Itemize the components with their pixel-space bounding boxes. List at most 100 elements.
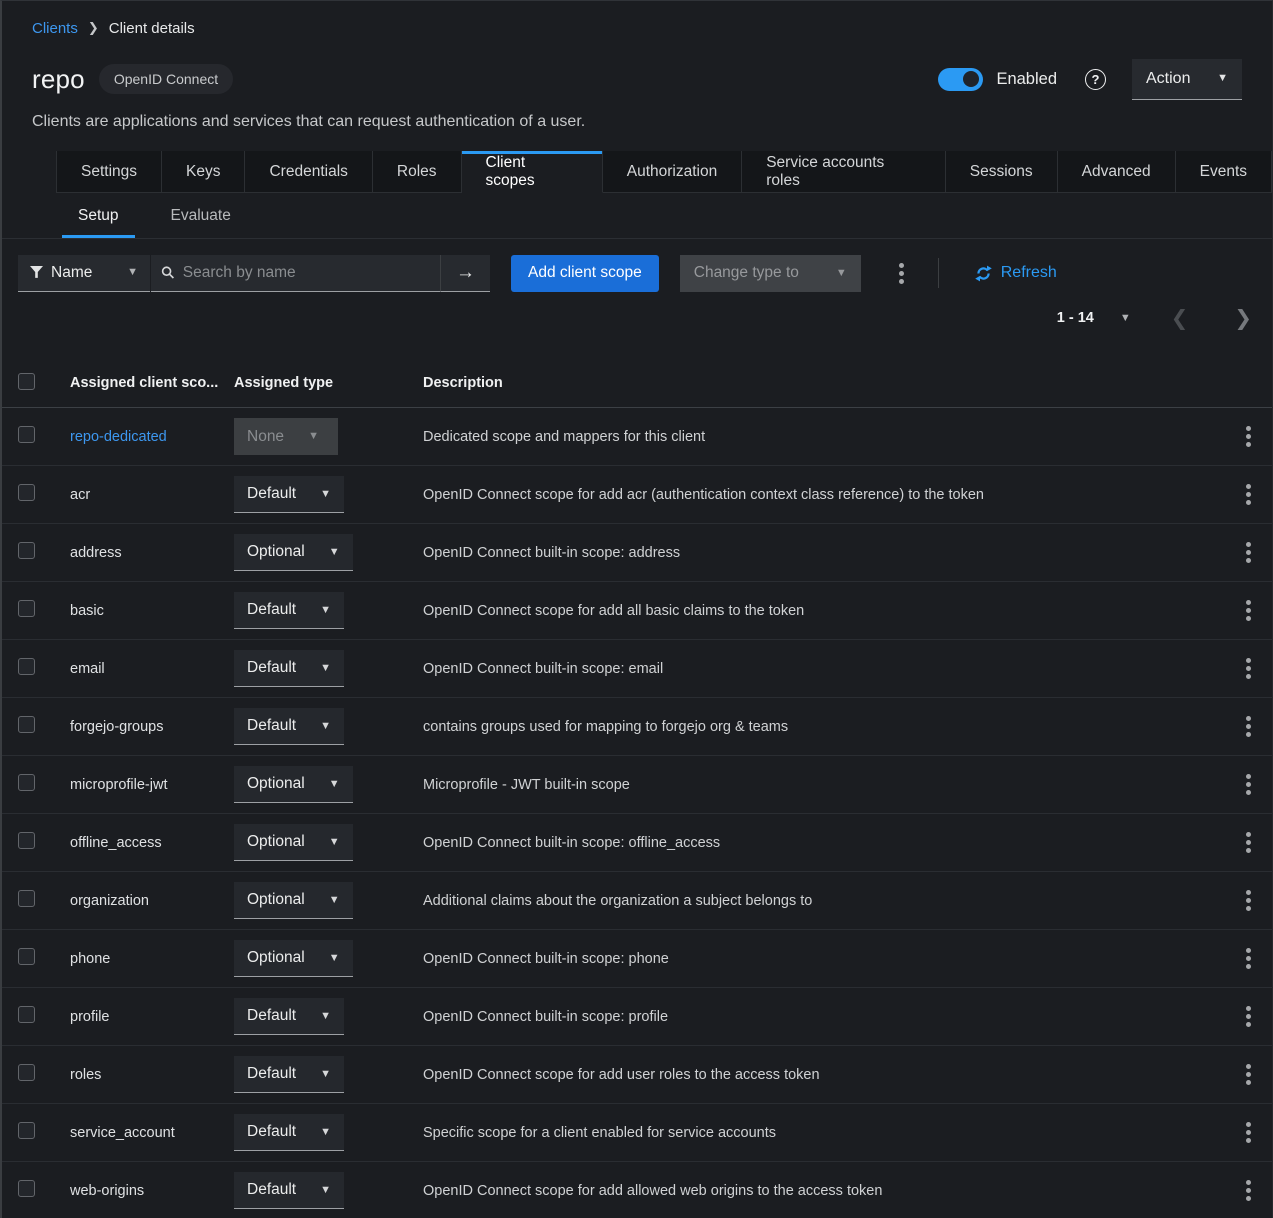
row-checkbox[interactable]: [18, 1064, 35, 1081]
row-checkbox[interactable]: [18, 1006, 35, 1023]
chevron-down-icon: ▼: [320, 721, 331, 732]
table-row: profile Default ▼ OpenID Connect built-i…: [2, 988, 1272, 1046]
table-row: microprofile-jwt Optional ▼ Microprofile…: [2, 756, 1272, 814]
table-row: forgejo-groups Default ▼ contains groups…: [2, 698, 1272, 756]
assigned-type-select[interactable]: Default ▼: [234, 1114, 344, 1151]
assigned-type-select[interactable]: Default ▼: [234, 592, 344, 629]
row-kebab-menu-button[interactable]: [1238, 1176, 1259, 1205]
row-kebab-menu-button[interactable]: [1238, 538, 1259, 567]
table-row: basic Default ▼ OpenID Connect scope for…: [2, 582, 1272, 640]
assigned-type-select[interactable]: Default ▼: [234, 476, 344, 513]
scope-description: Dedicated scope and mappers for this cli…: [423, 429, 1224, 445]
action-dropdown[interactable]: Action ▼: [1132, 59, 1242, 100]
select-all-checkbox[interactable]: [18, 373, 35, 390]
assigned-type-select[interactable]: Default ▼: [234, 998, 344, 1035]
assigned-type-select[interactable]: Default ▼: [234, 708, 344, 745]
pagination-next-button[interactable]: ❯: [1228, 308, 1258, 329]
column-header-assigned-type: Assigned type: [234, 375, 423, 391]
assigned-type-value: Default: [247, 1007, 296, 1025]
subtab-bar: Setup Evaluate: [2, 193, 1272, 239]
row-checkbox[interactable]: [18, 658, 35, 675]
scope-description: OpenID Connect built-in scope: address: [423, 545, 1224, 561]
scope-name-basic: basic: [70, 603, 104, 619]
row-kebab-menu-button[interactable]: [1238, 1002, 1259, 1031]
add-client-scope-button[interactable]: Add client scope: [511, 255, 659, 292]
help-icon[interactable]: ?: [1085, 69, 1106, 90]
row-checkbox[interactable]: [18, 600, 35, 617]
change-type-label: Change type to: [694, 264, 799, 282]
enabled-toggle[interactable]: [938, 68, 983, 91]
assigned-type-value: Default: [247, 717, 296, 735]
row-checkbox[interactable]: [18, 1122, 35, 1139]
row-checkbox[interactable]: [18, 542, 35, 559]
refresh-button[interactable]: Refresh: [975, 264, 1057, 282]
tab-advanced[interactable]: Advanced: [1058, 151, 1176, 193]
row-kebab-menu-button[interactable]: [1238, 1118, 1259, 1147]
row-checkbox[interactable]: [18, 832, 35, 849]
row-checkbox[interactable]: [18, 716, 35, 733]
row-kebab-menu-button[interactable]: [1238, 480, 1259, 509]
toolbar-kebab-menu-button[interactable]: [891, 259, 912, 288]
row-checkbox[interactable]: [18, 484, 35, 501]
client-scopes-table: Assigned client sco... Assigned type Des…: [2, 359, 1272, 1218]
row-checkbox[interactable]: [18, 774, 35, 791]
name-filter-dropdown[interactable]: Name ▼: [18, 255, 150, 292]
subtab-setup[interactable]: Setup: [62, 193, 135, 238]
tab-credentials[interactable]: Credentials: [245, 151, 372, 193]
scope-name-phone: phone: [70, 951, 110, 967]
row-kebab-menu-button[interactable]: [1238, 1060, 1259, 1089]
row-kebab-menu-button[interactable]: [1238, 828, 1259, 857]
chevron-down-icon: ▼: [320, 1011, 331, 1022]
breadcrumb-current: Client details: [109, 20, 195, 37]
tab-keys[interactable]: Keys: [162, 151, 245, 193]
assigned-type-select[interactable]: Default ▼: [234, 1056, 344, 1093]
row-kebab-menu-button[interactable]: [1238, 944, 1259, 973]
tab-events[interactable]: Events: [1176, 151, 1272, 193]
tab-sessions[interactable]: Sessions: [946, 151, 1058, 193]
subtab-evaluate[interactable]: Evaluate: [155, 193, 247, 238]
tab-roles[interactable]: Roles: [373, 151, 462, 193]
pagination-prev-button[interactable]: ❮: [1165, 308, 1195, 329]
assigned-type-select[interactable]: Default ▼: [234, 1172, 344, 1209]
row-checkbox[interactable]: [18, 890, 35, 907]
change-type-dropdown[interactable]: Change type to ▼: [680, 255, 861, 292]
scope-name-repo-dedicated[interactable]: repo-dedicated: [70, 429, 167, 445]
assigned-type-select[interactable]: Default ▼: [234, 650, 344, 687]
tab-service-accounts-roles[interactable]: Service accounts roles: [742, 151, 946, 193]
scope-description: OpenID Connect built-in scope: offline_a…: [423, 835, 1224, 851]
row-kebab-menu-button[interactable]: [1238, 596, 1259, 625]
scope-name-email: email: [70, 661, 105, 677]
search-input[interactable]: [183, 264, 430, 282]
row-checkbox[interactable]: [18, 948, 35, 965]
scope-name-organization: organization: [70, 893, 149, 909]
tab-authorization[interactable]: Authorization: [603, 151, 742, 193]
chevron-down-icon: ▼: [329, 837, 340, 848]
assigned-type-value: Default: [247, 601, 296, 619]
assigned-type-select[interactable]: Optional ▼: [234, 824, 353, 861]
chevron-down-icon: ▼: [308, 431, 319, 442]
pagination: 1 - 14 ▼ ❮ ❯: [2, 295, 1272, 341]
row-checkbox[interactable]: [18, 426, 35, 443]
assigned-type-select[interactable]: Optional ▼: [234, 940, 353, 977]
pagination-options-toggle[interactable]: ▼: [1120, 313, 1131, 324]
row-checkbox[interactable]: [18, 1180, 35, 1197]
assigned-type-select[interactable]: Optional ▼: [234, 882, 353, 919]
scope-description: Additional claims about the organization…: [423, 893, 1224, 909]
scope-name-profile: profile: [70, 1009, 110, 1025]
breadcrumb-clients-link[interactable]: Clients: [32, 20, 78, 37]
tab-settings[interactable]: Settings: [56, 151, 162, 193]
tab-client-scopes[interactable]: Client scopes: [462, 151, 603, 193]
assigned-type-value: Optional: [247, 833, 305, 851]
assigned-type-value: Optional: [247, 949, 305, 967]
search-submit-button[interactable]: →: [440, 255, 490, 292]
row-kebab-menu-button[interactable]: [1238, 712, 1259, 741]
assigned-type-select[interactable]: Optional ▼: [234, 766, 353, 803]
row-kebab-menu-button[interactable]: [1238, 422, 1259, 451]
row-kebab-menu-button[interactable]: [1238, 770, 1259, 799]
row-kebab-menu-button[interactable]: [1238, 654, 1259, 683]
row-kebab-menu-button[interactable]: [1238, 886, 1259, 915]
assigned-type-select[interactable]: Optional ▼: [234, 534, 353, 571]
scope-description: OpenID Connect built-in scope: email: [423, 661, 1224, 677]
scope-description: contains groups used for mapping to forg…: [423, 719, 1224, 735]
table-row: organization Optional ▼ Additional claim…: [2, 872, 1272, 930]
